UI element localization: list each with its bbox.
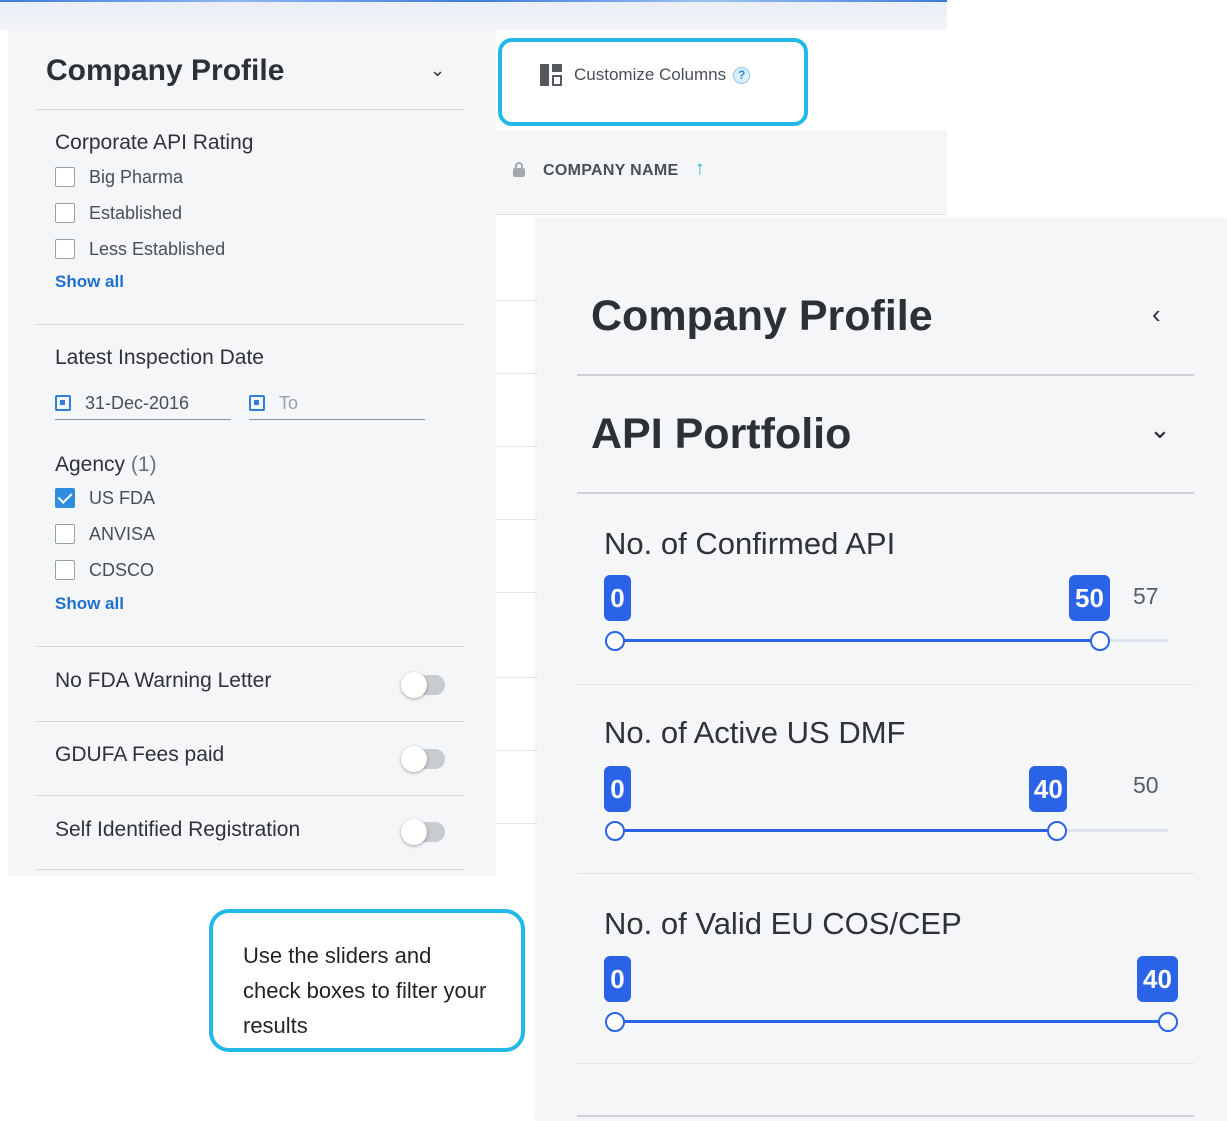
checkbox-label: CDSCO xyxy=(89,559,155,580)
checkbox-icon[interactable] xyxy=(55,560,75,580)
help-icon[interactable]: ? xyxy=(733,66,751,84)
checkbox-icon[interactable] xyxy=(55,239,75,259)
calendar-icon xyxy=(55,395,71,411)
table-row xyxy=(496,446,542,447)
table-row xyxy=(496,823,542,824)
divider xyxy=(36,795,464,796)
divider xyxy=(36,646,464,647)
checkbox-icon[interactable] xyxy=(55,203,75,223)
valid-eu-cos-cep-min-handle[interactable] xyxy=(605,1012,625,1032)
confirmed-api-min-badge: 0 xyxy=(604,575,631,621)
column-header-company-name[interactable]: COMPANY NAME xyxy=(543,162,678,180)
sort-ascending-icon[interactable]: ↑ xyxy=(695,158,705,180)
chevron-down-icon[interactable]: ⌄ xyxy=(430,60,445,81)
customize-columns-label: Customize Columns xyxy=(574,65,727,84)
divider xyxy=(36,869,464,870)
callout-text: Use the sliders and check boxes to filte… xyxy=(243,943,487,1038)
valid-eu-cos-cep-title: No. of Valid EU COS/CEP xyxy=(604,906,962,941)
divider xyxy=(36,324,464,325)
confirmed-api-range xyxy=(615,639,1100,642)
valid-eu-cos-cep-max-badge: 40 xyxy=(1137,956,1178,1002)
checkbox-label: Less Established xyxy=(89,238,226,259)
lock-icon xyxy=(513,162,525,177)
active-us-dmf-range xyxy=(615,829,1058,832)
company-profile-section[interactable]: Company Profile xyxy=(591,292,933,341)
divider xyxy=(577,684,1194,685)
divider xyxy=(36,109,464,110)
no-fda-warning-letter-toggle[interactable] xyxy=(401,672,445,698)
instruction-callout: Use the sliders and check boxes to filte… xyxy=(209,909,525,1052)
show-all-rating-link[interactable]: Show all xyxy=(55,272,124,292)
self-identified-registration-toggle[interactable] xyxy=(401,819,445,845)
divider xyxy=(36,721,464,722)
divider xyxy=(577,492,1194,494)
active-us-dmf-title: No. of Active US DMF xyxy=(604,715,906,750)
checkbox-us-fda[interactable]: US FDA xyxy=(55,485,155,511)
to-date-placeholder: To xyxy=(279,392,299,413)
gdufa-fees-paid-label: GDUFA Fees paid xyxy=(55,743,225,766)
chevron-down-icon[interactable]: ⌄ xyxy=(1149,414,1171,445)
divider xyxy=(577,873,1194,874)
table-row xyxy=(496,519,542,520)
agency-count: (1) xyxy=(130,453,157,476)
checkbox-label: Established xyxy=(89,202,183,223)
gdufa-fees-paid-toggle[interactable] xyxy=(401,746,445,772)
divider xyxy=(577,1063,1194,1064)
checkbox-icon[interactable] xyxy=(55,524,75,544)
top-banner xyxy=(0,0,947,30)
valid-eu-cos-cep-range xyxy=(615,1020,1168,1023)
active-us-dmf-max-value: 50 xyxy=(1133,772,1159,798)
table-row xyxy=(496,750,542,751)
from-date-field[interactable]: 31-Dec-2016 xyxy=(55,387,231,420)
customize-columns-button[interactable]: Customize Columns ? xyxy=(540,64,751,86)
divider xyxy=(577,1115,1194,1117)
checkbox-cdsco[interactable]: CDSCO xyxy=(55,557,154,583)
agency-label: Agency xyxy=(55,453,126,476)
show-all-agency-link[interactable]: Show all xyxy=(55,594,124,614)
from-date-value: 31-Dec-2016 xyxy=(85,392,190,413)
checkbox-icon[interactable] xyxy=(55,167,75,187)
checkbox-big-pharma[interactable]: Big Pharma xyxy=(55,164,183,190)
table-row xyxy=(496,373,542,374)
company-profile-header[interactable]: Company Profile xyxy=(46,54,284,88)
active-us-dmf-min-badge: 0 xyxy=(604,766,631,812)
active-us-dmf-min-handle[interactable] xyxy=(605,821,625,841)
confirmed-api-title: No. of Confirmed API xyxy=(604,526,896,561)
corporate-api-rating-title: Corporate API Rating xyxy=(55,131,254,154)
chevron-left-icon[interactable]: ‹ xyxy=(1152,299,1161,330)
valid-eu-cos-cep-max-handle[interactable] xyxy=(1158,1012,1178,1032)
confirmed-api-min-handle[interactable] xyxy=(605,631,625,651)
filter-panel: Company Profile ⌄ Corporate API Rating B… xyxy=(8,30,496,876)
api-portfolio-section[interactable]: API Portfolio xyxy=(591,410,851,459)
calendar-icon xyxy=(249,395,265,411)
active-us-dmf-max-handle[interactable] xyxy=(1047,821,1068,841)
confirmed-api-max-handle[interactable] xyxy=(1089,631,1110,651)
agency-title: Agency (1) xyxy=(55,453,157,477)
checkbox-anvisa[interactable]: ANVISA xyxy=(55,521,155,547)
confirmed-api-max-badge: 50 xyxy=(1068,575,1110,621)
self-identified-registration-label: Self Identified Registration xyxy=(55,818,301,841)
columns-icon xyxy=(540,64,564,86)
table-row xyxy=(496,592,542,593)
to-date-field[interactable]: To xyxy=(249,387,425,420)
checkbox-label: US FDA xyxy=(89,487,156,508)
table-row xyxy=(496,300,542,301)
checkbox-label: ANVISA xyxy=(89,523,156,544)
table-row xyxy=(496,677,542,678)
checkbox-established[interactable]: Established xyxy=(55,200,182,226)
no-fda-warning-letter-label: No FDA Warning Letter xyxy=(55,669,272,692)
zoomed-filter-panel: Company Profile ‹ API Portfolio ⌄ No. of… xyxy=(537,218,1227,1121)
divider xyxy=(577,374,1194,376)
valid-eu-cos-cep-min-badge: 0 xyxy=(604,956,631,1002)
active-us-dmf-max-badge: 40 xyxy=(1029,766,1068,812)
checkbox-less-established[interactable]: Less Established xyxy=(55,236,225,262)
checkbox-checked-icon[interactable] xyxy=(55,488,75,508)
latest-inspection-date-title: Latest Inspection Date xyxy=(55,346,264,369)
confirmed-api-max-value: 57 xyxy=(1133,583,1159,609)
checkbox-label: Big Pharma xyxy=(89,166,184,187)
